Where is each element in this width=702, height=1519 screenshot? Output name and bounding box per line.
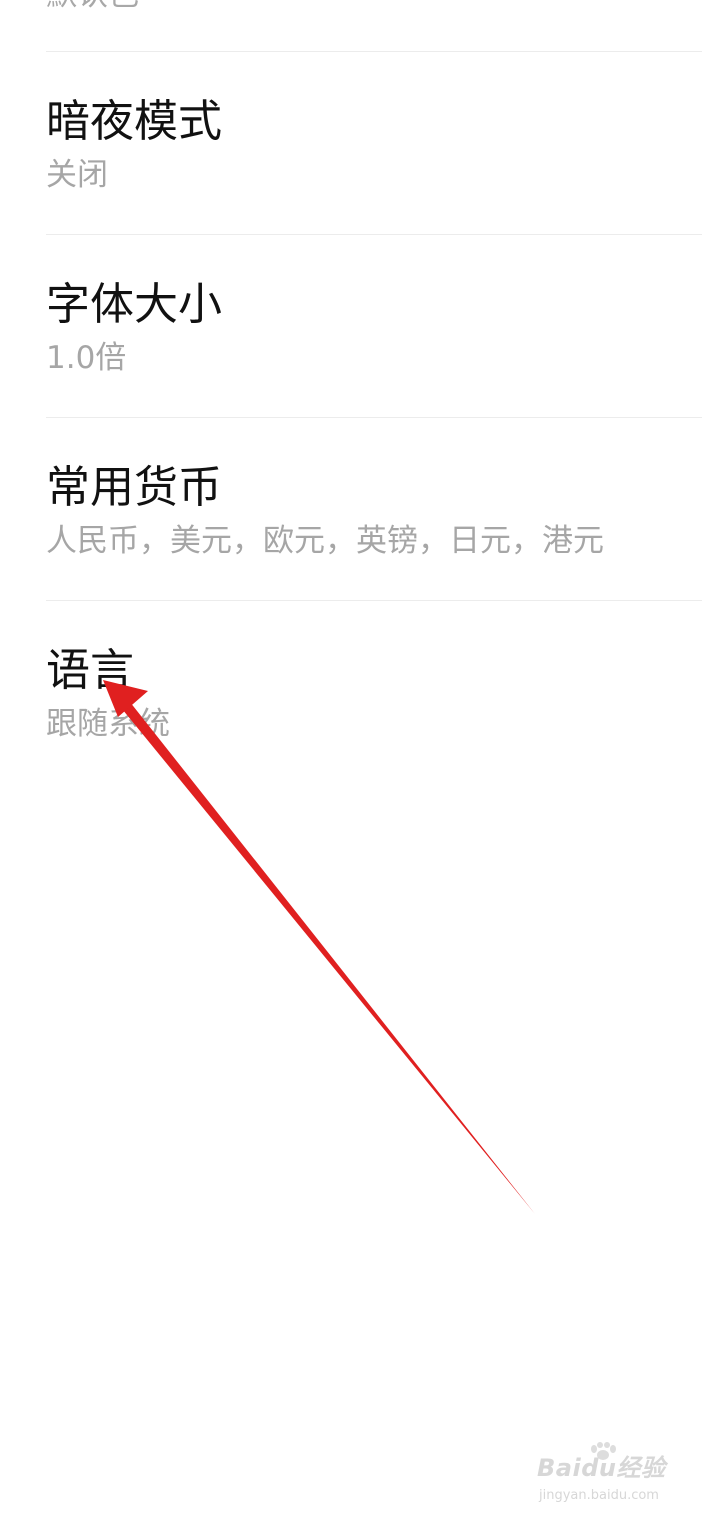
setting-title: 语言 xyxy=(46,645,134,696)
setting-font-size[interactable]: 字体大小 1.0倍 xyxy=(46,235,702,418)
settings-list: 暗夜模式 关闭 字体大小 1.0倍 常用货币 人民币，美元，欧元，英镑，日元，港… xyxy=(46,52,702,783)
setting-language[interactable]: 语言 跟随系统 xyxy=(46,601,702,783)
setting-value: 人民币，美元，欧元，英镑，日元，港元 xyxy=(46,523,604,559)
setting-value: 1.0倍 xyxy=(46,340,127,376)
partial-setting-value: 默认色 xyxy=(46,0,139,15)
setting-dark-mode[interactable]: 暗夜模式 关闭 xyxy=(46,52,702,235)
settings-page: 默认色 暗夜模式 关闭 字体大小 1.0倍 常用货币 人民币，美元，欧元，英镑，… xyxy=(0,0,702,1519)
setting-value: 跟随系统 xyxy=(46,706,170,742)
setting-common-currency[interactable]: 常用货币 人民币，美元，欧元，英镑，日元，港元 xyxy=(46,418,702,601)
setting-title: 暗夜模式 xyxy=(46,96,222,147)
setting-title: 常用货币 xyxy=(46,462,222,513)
setting-title: 字体大小 xyxy=(46,279,222,330)
partial-setting-item[interactable]: 默认色 xyxy=(46,0,702,52)
setting-value: 关闭 xyxy=(46,157,108,193)
watermark-logo-text: Baidu经验 xyxy=(537,1454,666,1482)
baidu-jingyan-watermark: Baidu经验 jingyan.baidu.com xyxy=(537,1442,669,1508)
watermark-site-text: jingyan.baidu.com xyxy=(539,1488,659,1503)
